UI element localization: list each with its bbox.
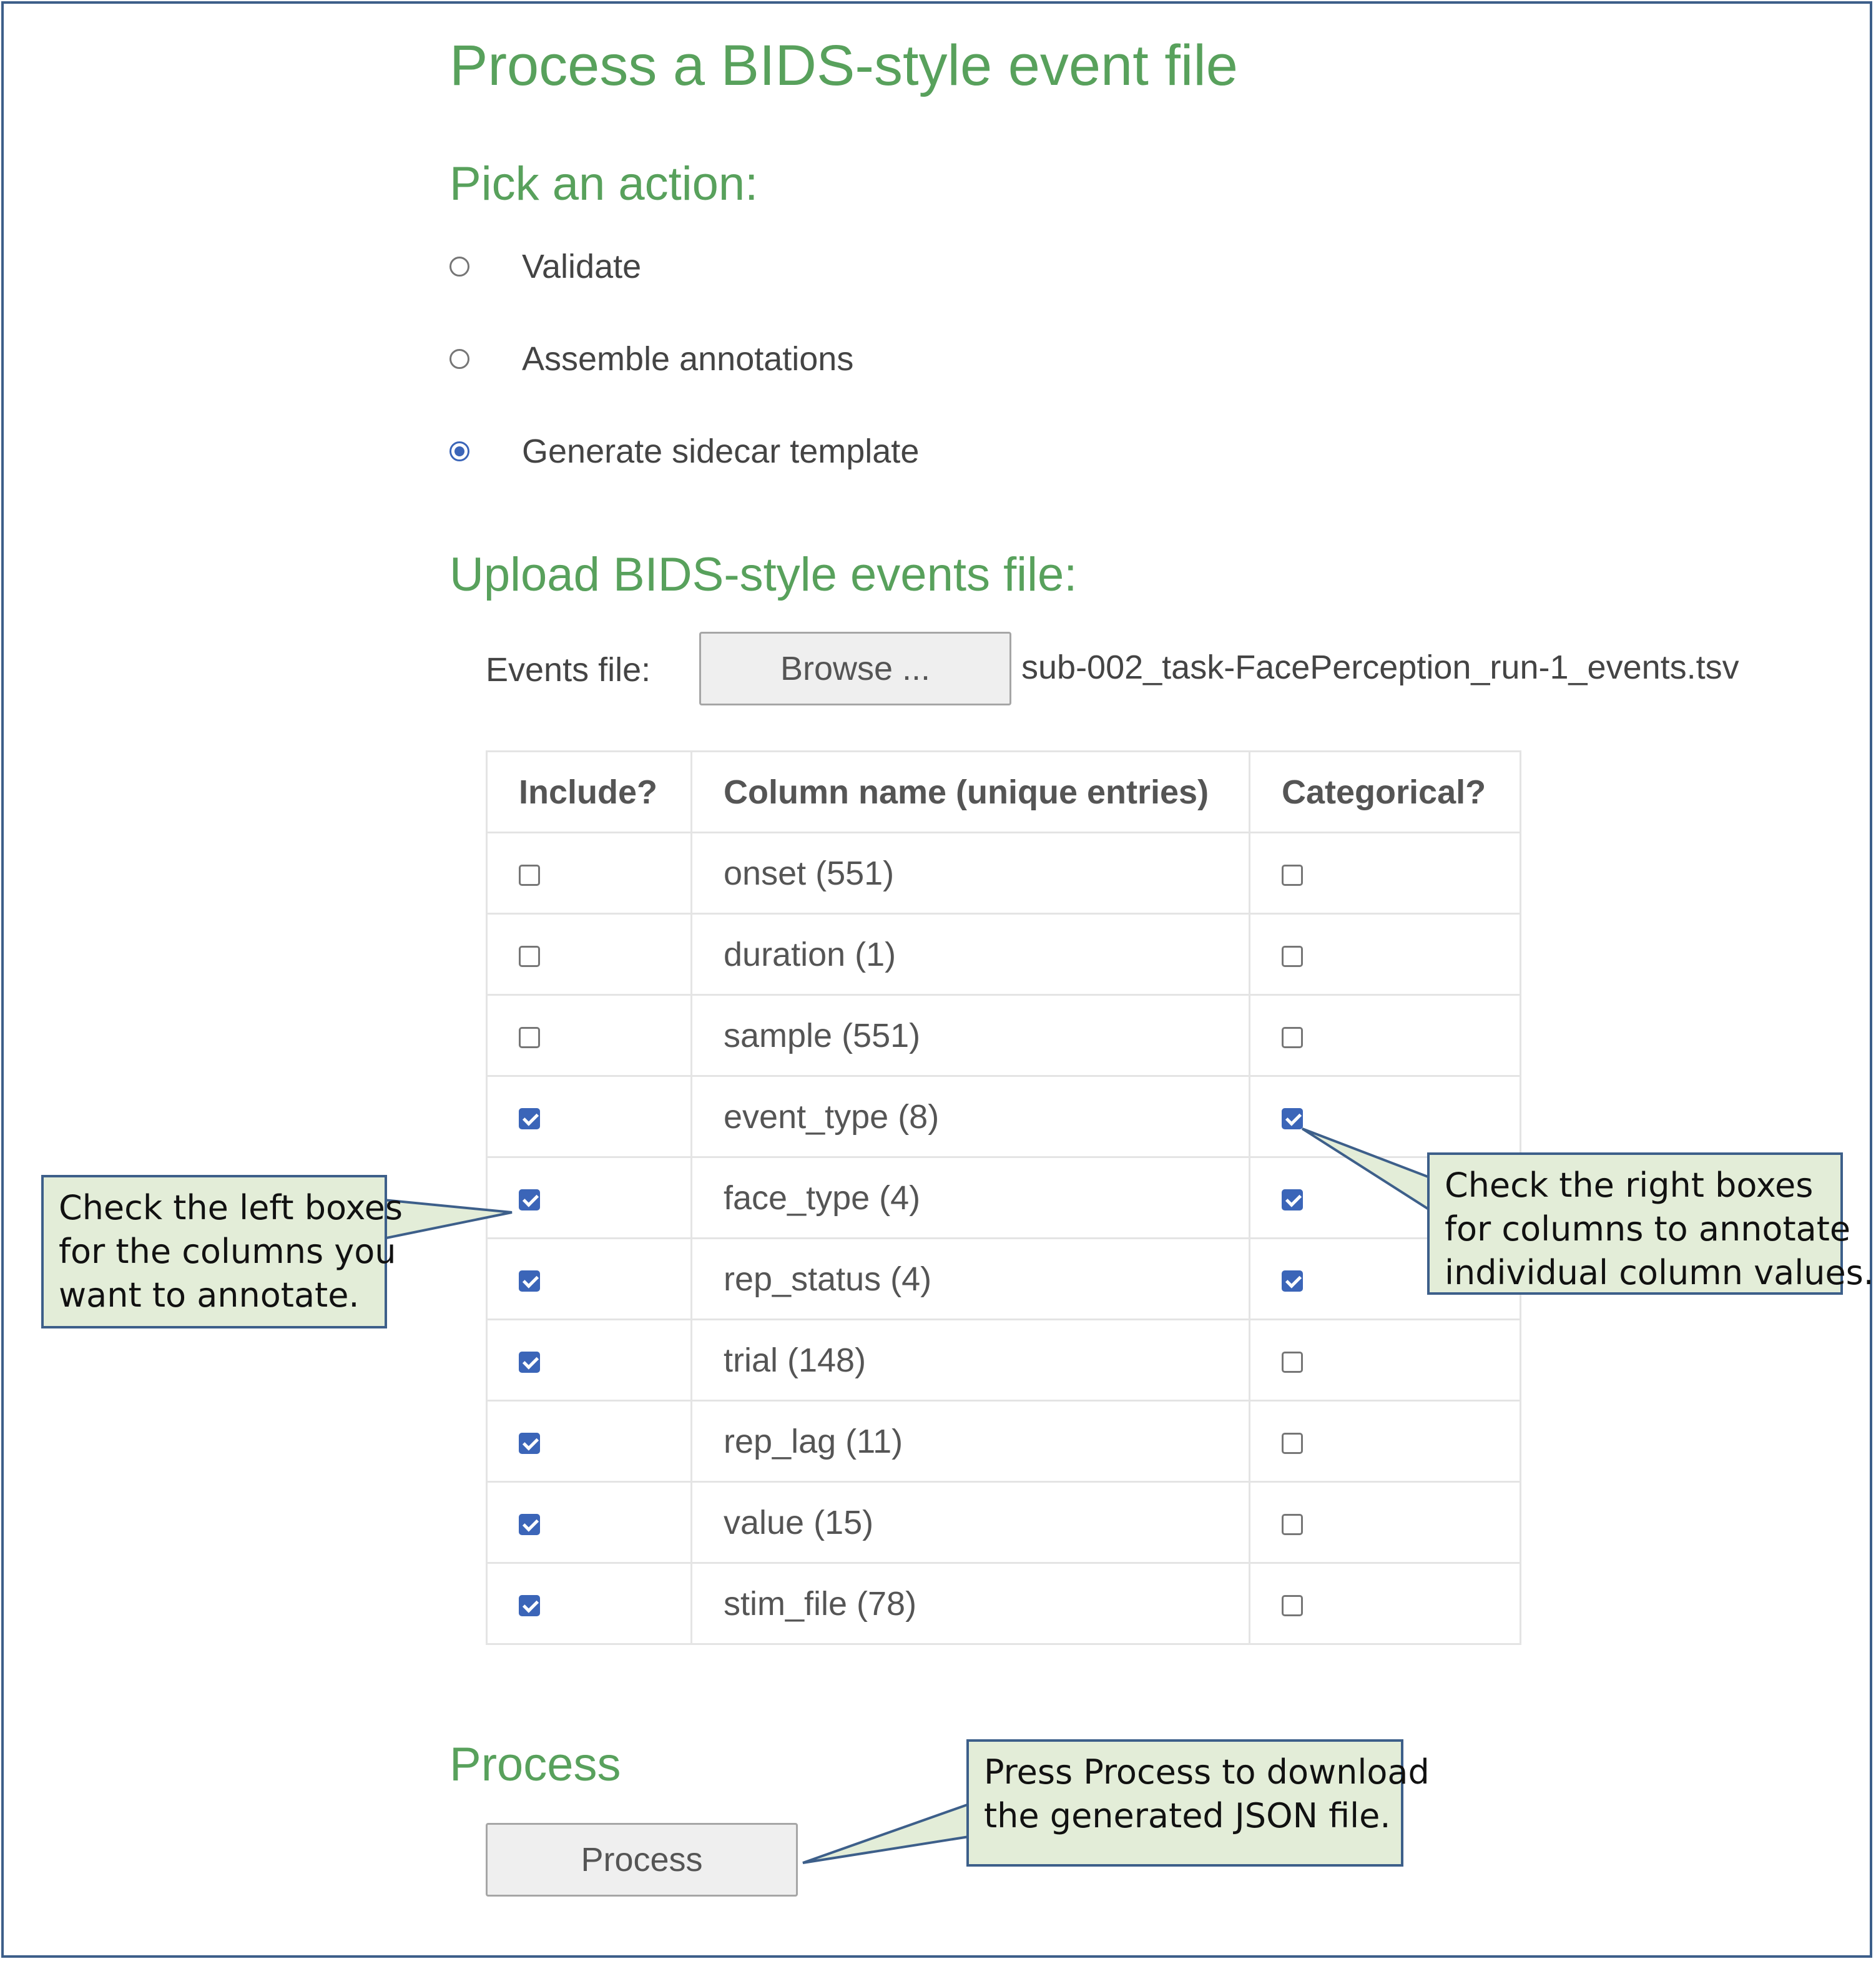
left-callout-line: want to annotate.	[59, 1275, 360, 1315]
callout-pointers	[382, 1127, 1431, 1864]
right-callout-line: for columns to annotate	[1445, 1209, 1851, 1249]
bottom-callout-pointer	[802, 1802, 970, 1864]
bottom-callout-line: Press Process to download	[984, 1752, 1430, 1792]
bottom-callout-line: the generated JSON file.	[984, 1796, 1391, 1835]
left-callout-line: Check the left boxes	[59, 1188, 403, 1227]
right-callout-line: Check the right boxes	[1445, 1166, 1814, 1205]
right-callout-pointer	[1301, 1127, 1431, 1212]
right-callout-line: individual column values.	[1445, 1253, 1874, 1292]
right-callout: Check the right boxes for columns to ann…	[1427, 1152, 1874, 1295]
left-callout: Check the left boxes for the columns you…	[41, 1175, 403, 1328]
bottom-callout: Press Process to download the generated …	[966, 1739, 1430, 1867]
left-callout-line: for the columns you	[59, 1232, 396, 1271]
